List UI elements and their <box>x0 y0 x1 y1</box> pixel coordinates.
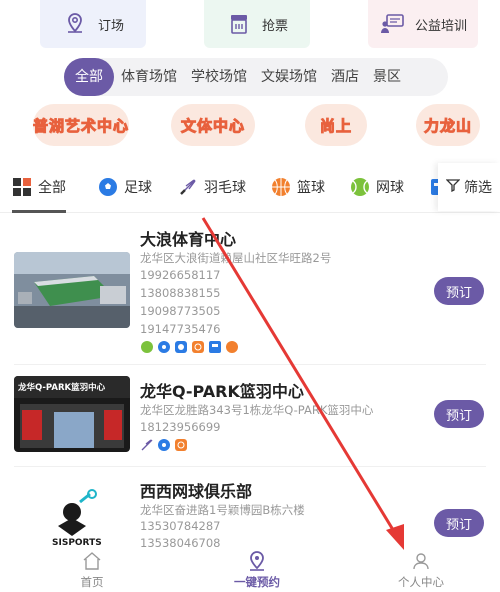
thumbnail-caption: SISPORTS <box>52 538 102 548</box>
teacher-board-icon <box>379 11 405 37</box>
venue-card[interactable]: 大浪体育中心 龙华区大浪街道赖屋山社区华旺路2号 19926658117 138… <box>0 222 500 362</box>
filter-button[interactable]: 筛选 <box>438 163 500 211</box>
tab-label: 全部 <box>38 180 66 196</box>
book-button[interactable]: 预订 <box>434 400 484 428</box>
venue-address: 龙华区大浪街道赖屋山社区华旺路2号 <box>140 251 332 265</box>
tag-art-center[interactable]: 普湖艺术中心 <box>33 104 129 146</box>
venue-type-all[interactable]: 全部 <box>64 58 114 96</box>
funnel-icon <box>445 178 461 196</box>
book-button[interactable]: 预订 <box>434 277 484 305</box>
quick-actions: 订场 抢票 公益培训 <box>0 0 500 50</box>
tab-label: 足球 <box>124 180 152 196</box>
nav-label: 个人中心 <box>398 575 444 589</box>
tab-tennis[interactable]: 网球 <box>350 163 404 211</box>
home-icon <box>81 550 103 572</box>
tab-all[interactable]: 全部 <box>12 163 66 213</box>
venue-sport-icons <box>140 438 188 452</box>
venue-phone: 13538046708 <box>140 536 221 548</box>
quick-label: 订场 <box>97 18 124 34</box>
venue-name: 大浪体育中心 <box>140 230 237 249</box>
tag-shangshang[interactable]: 尚上 <box>305 104 367 146</box>
basketball-icon <box>225 340 239 354</box>
venue-phone: 19926658117 <box>140 268 221 282</box>
divider <box>14 364 486 365</box>
tennis-ball-icon <box>140 340 154 354</box>
badminton-icon <box>208 340 222 354</box>
thumbnail-caption: 龙华Q-PARK篮羽中心 <box>18 383 106 393</box>
tab-basketball[interactable]: 篮球 <box>271 163 325 211</box>
nav-home[interactable]: 首页 <box>47 550 137 590</box>
shuttlecock-icon <box>178 177 198 197</box>
venue-address: 龙华区龙胜路343号1栋龙华Q-PARK篮羽中心 <box>140 403 374 417</box>
venue-type-school[interactable]: 学校场馆 <box>184 58 254 96</box>
soccer-ball-icon <box>157 438 171 452</box>
venue-thumbnail: SISPORTS <box>14 488 130 548</box>
venue-phone: 19098773505 <box>140 304 221 318</box>
tab-label: 网球 <box>376 180 404 196</box>
basketball-icon <box>271 177 291 197</box>
soccer-ball-icon <box>157 340 171 354</box>
quick-book-venue-button[interactable]: 订场 <box>40 0 146 48</box>
venue-card[interactable]: 龙华Q-PARK篮羽中心 龙华Q-PARK篮羽中心 龙华区龙胜路343号1栋龙华… <box>0 372 500 464</box>
basketball-icon <box>174 438 188 452</box>
venue-type-hotel[interactable]: 酒店 <box>324 58 366 96</box>
venue-address: 龙华区奋进路1号颖博园B栋六楼 <box>140 503 305 517</box>
venue-name: 西西网球俱乐部 <box>140 482 253 501</box>
venue-type-scenic[interactable]: 景区 <box>366 58 408 96</box>
filter-label: 筛选 <box>464 180 492 196</box>
venue-name: 龙华Q-PARK篮羽中心 <box>140 382 304 401</box>
soccer-ball-icon <box>174 340 188 354</box>
venue-phone: 19147735476 <box>140 322 221 336</box>
venue-type-filter: 全部 体育场馆 学校场馆 文娱场馆 酒店 景区 <box>64 58 448 96</box>
location-pin-icon <box>62 11 88 37</box>
nav-label: 一键预约 <box>234 575 280 589</box>
nav-profile[interactable]: 个人中心 <box>376 550 466 590</box>
venue-thumbnail: 龙华Q-PARK篮羽中心 <box>14 376 130 452</box>
divider <box>14 466 486 467</box>
quick-label: 抢票 <box>261 18 288 34</box>
tennis-ball-icon <box>350 177 370 197</box>
nav-label: 首页 <box>80 575 104 589</box>
venue-sport-icons <box>140 340 239 354</box>
quick-label: 公益培训 <box>414 18 467 34</box>
sport-tabs: 全部 足球 羽毛球 篮球 网球 <box>0 163 500 213</box>
tag-culture-sports-center[interactable]: 文体中心 <box>171 104 255 146</box>
tab-label: 羽毛球 <box>204 180 246 196</box>
venue-phone: 18123956699 <box>140 420 221 434</box>
location-pin-icon <box>246 550 268 572</box>
shuttlecock-icon <box>140 438 154 452</box>
soccer-ball-icon <box>98 177 118 197</box>
venue-phone: 13808838155 <box>140 286 221 300</box>
tab-label: 篮球 <box>297 180 325 196</box>
tab-badminton[interactable]: 羽毛球 <box>178 163 246 211</box>
basketball-icon <box>191 340 205 354</box>
tag-lilongshan[interactable]: 力龙山 <box>416 104 480 146</box>
grid-icon <box>12 177 32 197</box>
bottom-nav: 首页 一键预约 个人中心 <box>0 548 500 592</box>
venue-thumbnail <box>14 252 130 328</box>
ticket-icon <box>226 11 252 37</box>
venue-type-entertainment[interactable]: 文娱场馆 <box>254 58 324 96</box>
quick-training-button[interactable]: 公益培训 <box>368 0 478 48</box>
tab-football[interactable]: 足球 <box>98 163 152 211</box>
book-button[interactable]: 预订 <box>434 509 484 537</box>
app-page: 订场 抢票 公益培训 全部 体育场馆 学校场馆 文娱场馆 酒店 景区 普湖艺术中… <box>0 0 500 592</box>
venue-card[interactable]: SISPORTS 西西网球俱乐部 龙华区奋进路1号颖博园B栋六楼 1353078… <box>0 474 500 548</box>
venue-type-sports[interactable]: 体育场馆 <box>114 58 184 96</box>
quick-grab-ticket-button[interactable]: 抢票 <box>204 0 310 48</box>
venue-phone: 13530784287 <box>140 519 221 533</box>
nav-quick-booking[interactable]: 一键预约 <box>212 550 302 590</box>
user-icon <box>410 550 432 572</box>
venue-tags: 普湖艺术中心 文体中心 尚上 力龙山 <box>0 104 500 148</box>
